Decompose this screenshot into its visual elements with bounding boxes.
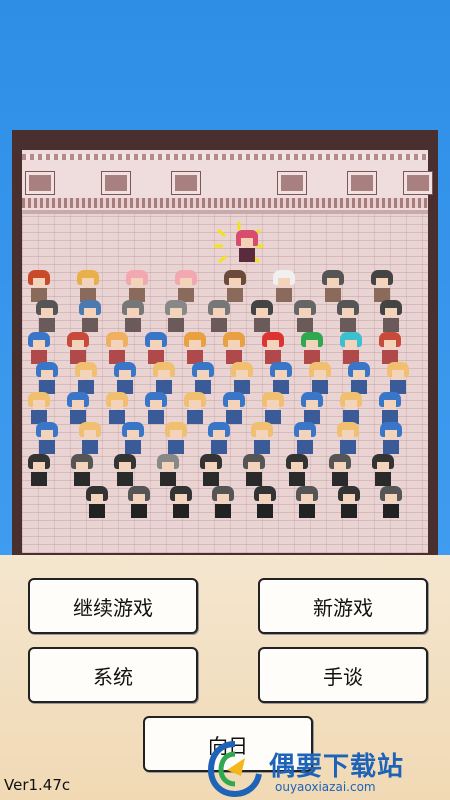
student-sprite (301, 332, 323, 366)
student-sprite (208, 422, 230, 456)
system-button[interactable]: 系统 (28, 647, 198, 703)
student-sprite (387, 362, 409, 396)
student-sprite (145, 332, 167, 366)
student-sprite (212, 486, 234, 520)
student-sprite (251, 422, 273, 456)
auditorium-hall (22, 150, 433, 553)
leader-character-sprite (236, 230, 258, 266)
game-scene (12, 130, 438, 555)
wall-window (277, 171, 307, 195)
wall-window (171, 171, 201, 195)
crowd-of-students (22, 270, 428, 553)
student-sprite (36, 422, 58, 456)
wall-rail (22, 154, 428, 160)
student-sprite (106, 332, 128, 366)
student-sprite (380, 486, 402, 520)
wall-window (403, 171, 433, 195)
continue-game-label: 继续游戏 (73, 595, 153, 620)
student-sprite (77, 270, 99, 304)
student-sprite (348, 362, 370, 396)
student-sprite (184, 332, 206, 366)
student-sprite (379, 332, 401, 366)
student-sprite (296, 486, 318, 520)
student-sprite (371, 270, 393, 304)
student-sprite (262, 392, 284, 426)
student-sprite (372, 454, 394, 488)
wall-window (101, 171, 131, 195)
student-sprite (114, 362, 136, 396)
student-sprite (126, 270, 148, 304)
student-sprite (28, 332, 50, 366)
student-sprite (329, 454, 351, 488)
watermark-title: 偶要下载站 (269, 752, 405, 782)
student-sprite (223, 392, 245, 426)
student-sprite (122, 422, 144, 456)
student-sprite (380, 300, 402, 334)
student-sprite (28, 392, 50, 426)
wall-window (25, 171, 55, 195)
student-sprite (28, 454, 50, 488)
hall-back-wall (22, 150, 433, 214)
wall-window (347, 171, 377, 195)
student-sprite (224, 270, 246, 304)
student-sprite (379, 392, 401, 426)
student-sprite (294, 422, 316, 456)
student-sprite (75, 362, 97, 396)
student-sprite (175, 270, 197, 304)
student-sprite (114, 454, 136, 488)
wall-trim (22, 198, 428, 208)
student-sprite (67, 392, 89, 426)
student-sprite (309, 362, 331, 396)
watermark-url: ouyaoxiazai.com (275, 780, 376, 794)
student-sprite (322, 270, 344, 304)
student-sprite (184, 392, 206, 426)
student-sprite (79, 422, 101, 456)
student-sprite (79, 300, 101, 334)
student-sprite (165, 422, 187, 456)
student-sprite (223, 332, 245, 366)
manual-button[interactable]: 手谈 (258, 647, 428, 703)
student-sprite (340, 392, 362, 426)
student-sprite (36, 300, 58, 334)
continue-game-button[interactable]: 继续游戏 (28, 578, 198, 634)
new-game-button[interactable]: 新游戏 (258, 578, 428, 634)
system-label: 系统 (93, 664, 133, 689)
student-sprite (380, 422, 402, 456)
student-sprite (153, 362, 175, 396)
student-sprite (122, 300, 144, 334)
student-sprite (273, 270, 295, 304)
student-sprite (262, 332, 284, 366)
student-sprite (165, 300, 187, 334)
student-sprite (254, 486, 276, 520)
version-label: Ver1.47c (4, 776, 71, 794)
student-sprite (301, 392, 323, 426)
student-sprite (340, 332, 362, 366)
student-sprite (128, 486, 150, 520)
student-sprite (86, 486, 108, 520)
student-sprite (106, 392, 128, 426)
student-sprite (270, 362, 292, 396)
watermark: 偶要下载站 ouyaoxiazai.com (205, 740, 450, 800)
student-sprite (294, 300, 316, 334)
manual-label: 手谈 (323, 664, 363, 689)
student-sprite (67, 332, 89, 366)
student-sprite (145, 392, 167, 426)
student-sprite (243, 454, 265, 488)
student-sprite (71, 454, 93, 488)
student-sprite (157, 454, 179, 488)
new-game-label: 新游戏 (313, 595, 373, 620)
student-sprite (192, 362, 214, 396)
student-sprite (208, 300, 230, 334)
student-sprite (200, 454, 222, 488)
student-sprite (338, 486, 360, 520)
student-sprite (170, 486, 192, 520)
student-sprite (337, 422, 359, 456)
student-sprite (28, 270, 50, 304)
student-sprite (231, 362, 253, 396)
student-sprite (36, 362, 58, 396)
ouyao-logo-icon (207, 741, 262, 798)
student-sprite (286, 454, 308, 488)
student-sprite (337, 300, 359, 334)
student-sprite (251, 300, 273, 334)
